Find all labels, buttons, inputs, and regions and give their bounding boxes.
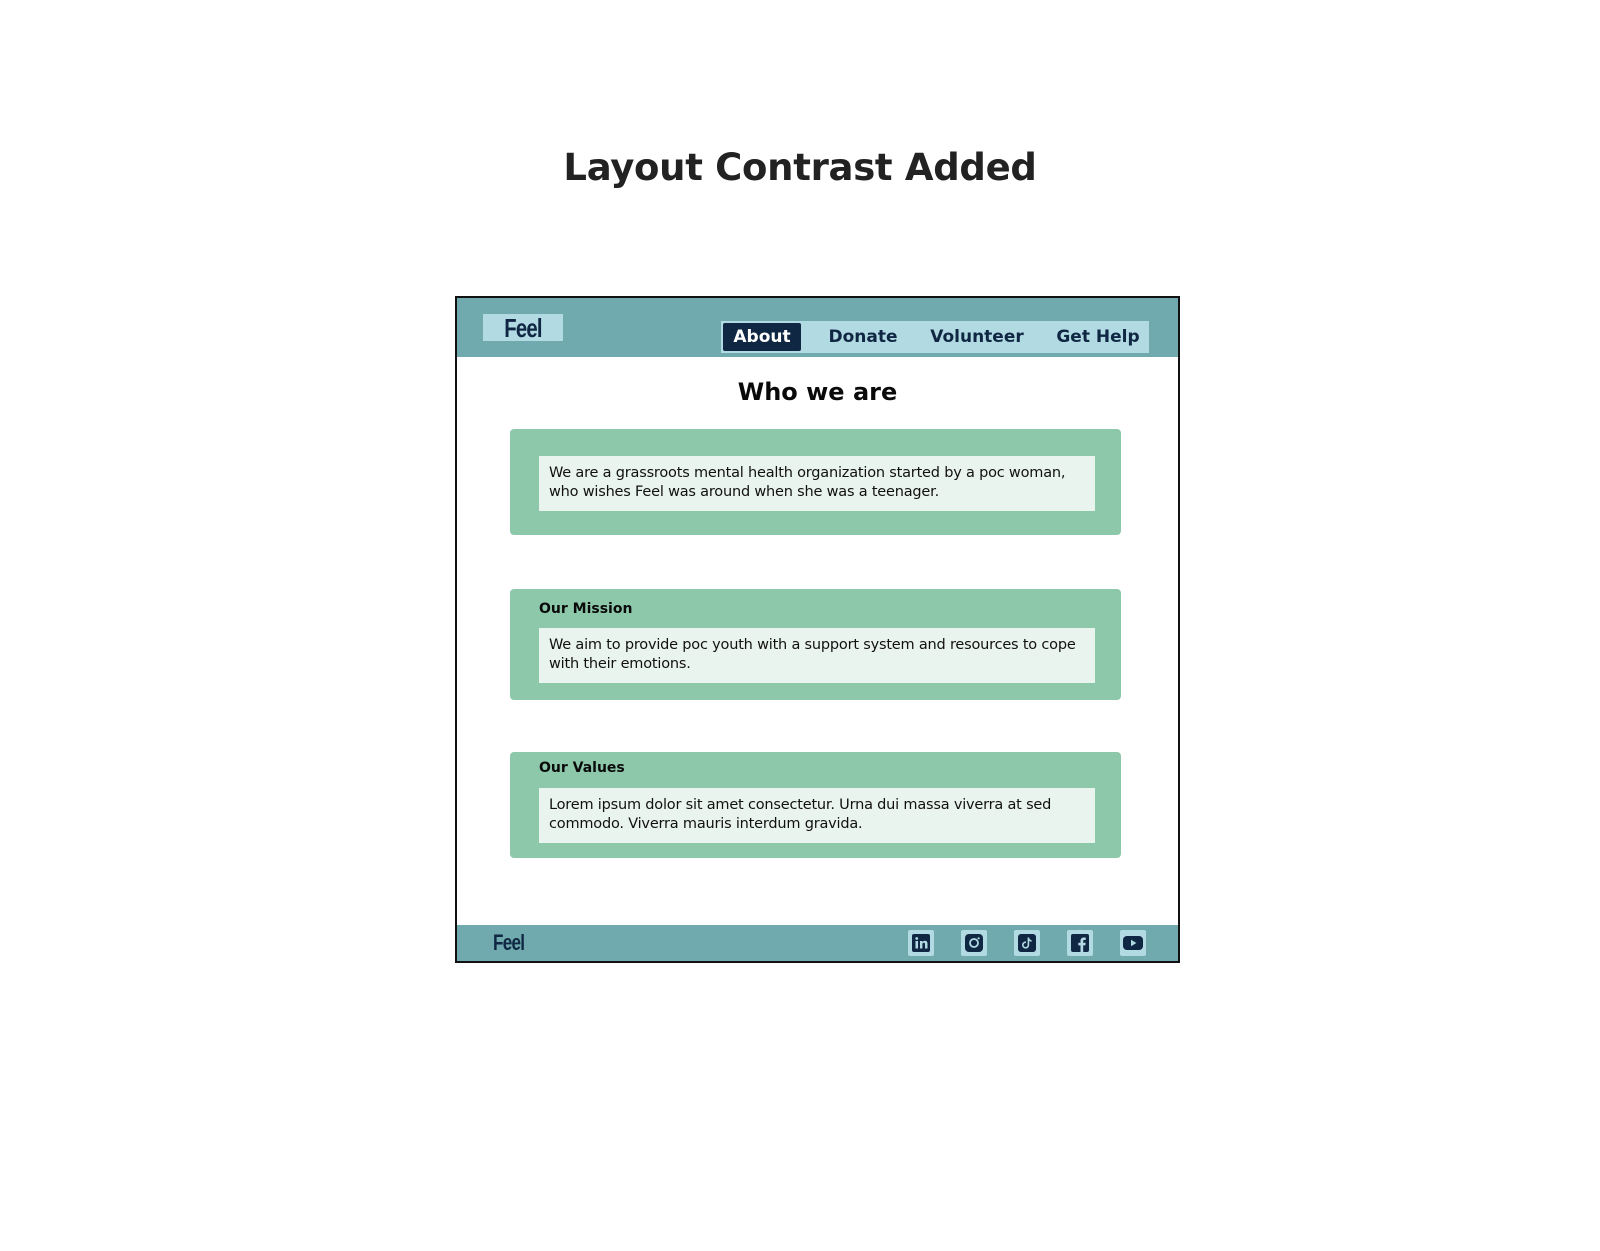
mission-card: Our Mission We aim to provide poc youth … (510, 589, 1121, 700)
nav-donate[interactable]: Donate (825, 323, 901, 351)
mission-text: We aim to provide poc youth with a suppo… (539, 628, 1095, 683)
header-logo[interactable]: Feel (483, 314, 563, 341)
nav-about[interactable]: About (723, 323, 801, 351)
values-card: Our Values Lorem ipsum dolor sit amet co… (510, 752, 1121, 858)
instagram-icon[interactable] (961, 930, 987, 956)
intro-card: We are a grassroots mental health organi… (510, 429, 1121, 535)
values-heading: Our Values (539, 760, 625, 776)
nav-get-help[interactable]: Get Help (1051, 323, 1145, 351)
tiktok-icon[interactable] (1014, 930, 1040, 956)
facebook-icon[interactable] (1067, 930, 1093, 956)
nav-volunteer[interactable]: Volunteer (929, 323, 1025, 351)
values-text: Lorem ipsum dolor sit amet consectetur. … (539, 788, 1095, 843)
nav-bar: About Donate Volunteer Get Help (721, 321, 1149, 353)
footer-logo[interactable]: Feel (493, 930, 525, 956)
website-mockup: Feel About Donate Volunteer Get Help Who… (455, 296, 1180, 963)
youtube-icon[interactable] (1120, 930, 1146, 956)
site-header: Feel About Donate Volunteer Get Help (457, 298, 1178, 357)
intro-text: We are a grassroots mental health organi… (539, 456, 1095, 511)
site-footer: Feel (457, 925, 1178, 961)
mission-heading: Our Mission (539, 601, 633, 617)
page-title: Who we are (737, 378, 898, 406)
slide-title: Layout Contrast Added (563, 146, 1037, 189)
linkedin-icon[interactable] (908, 930, 934, 956)
logo-text: Feel (504, 312, 542, 343)
